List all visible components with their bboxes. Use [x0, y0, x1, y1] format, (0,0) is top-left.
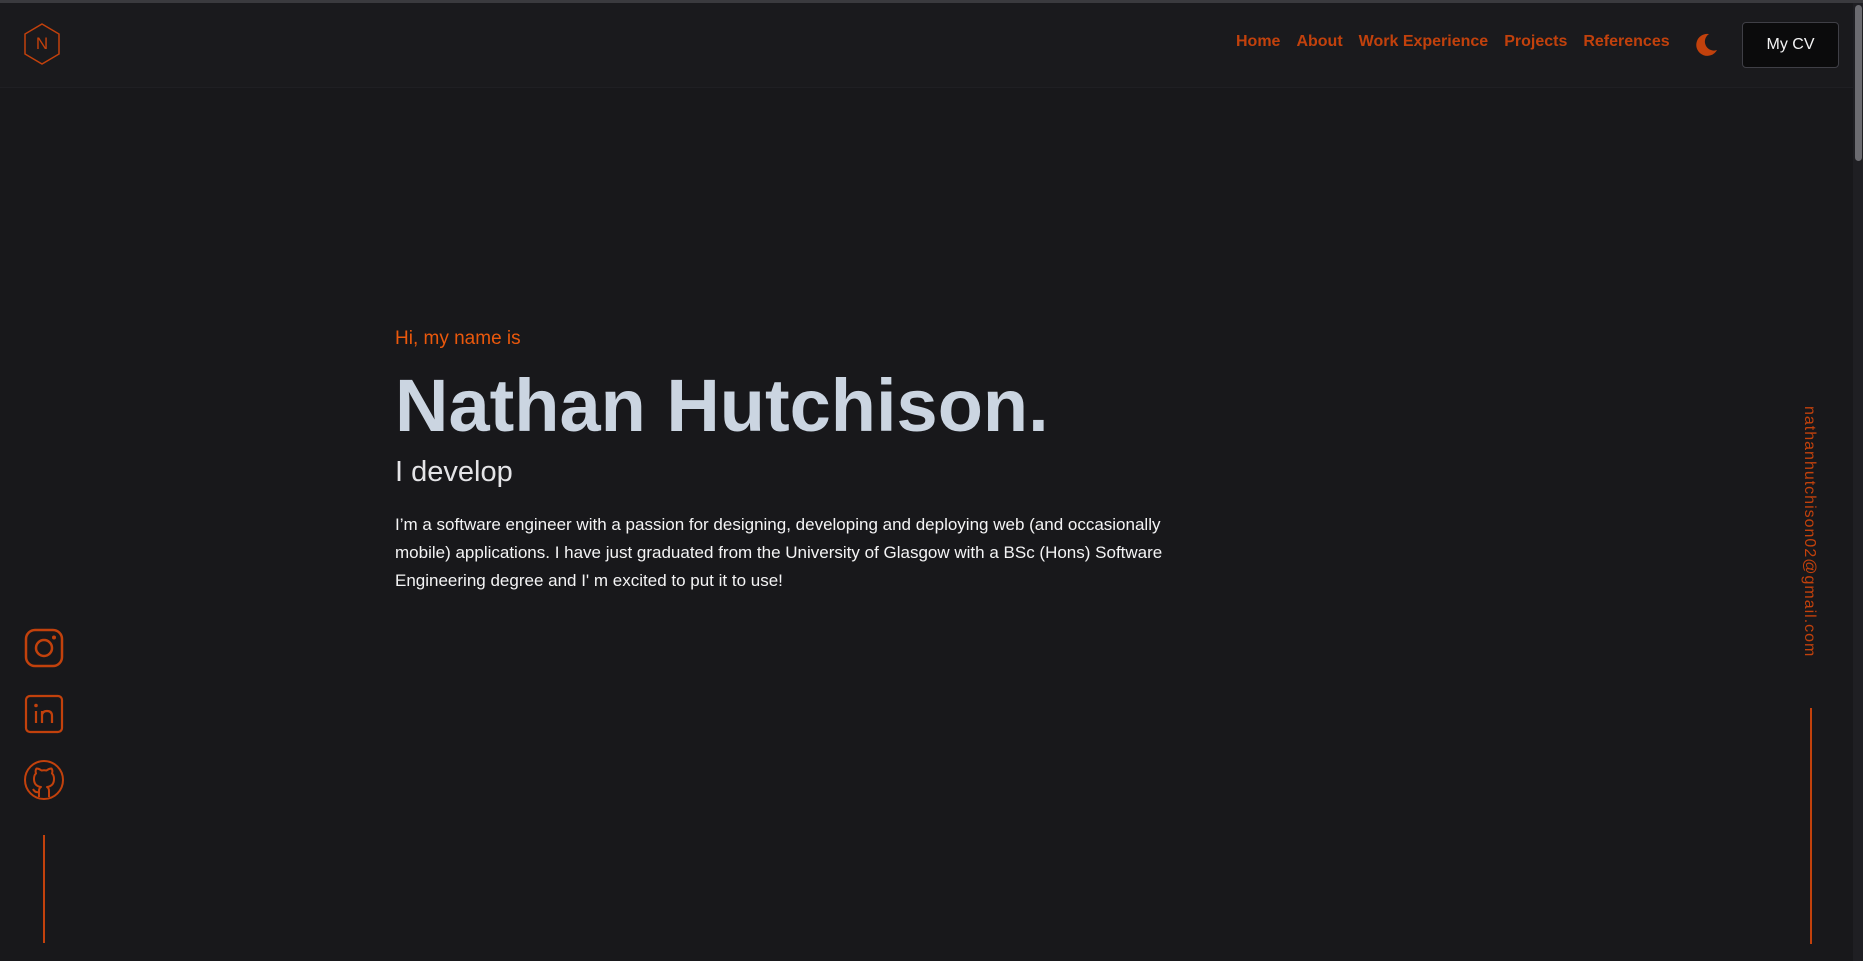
hero-name-heading: Nathan Hutchison. — [395, 364, 1049, 447]
linkedin-link[interactable] — [23, 693, 65, 735]
page: N Home About Work Experience Projects Re… — [0, 0, 1863, 961]
nav-link-about[interactable]: About — [1296, 33, 1342, 51]
logo-letter: N — [35, 34, 49, 53]
navbar: N Home About Work Experience Projects Re… — [0, 3, 1853, 87]
linkedin-icon — [24, 694, 64, 734]
moon-icon — [1696, 33, 1717, 56]
hero-bio: I’m a software engineer with a passion f… — [395, 515, 1163, 590]
theme-toggle-button[interactable] — [1692, 31, 1720, 59]
hero-tagline: I develop — [395, 456, 513, 488]
scrollbar-thumb[interactable] — [1855, 5, 1862, 161]
nav-link-home[interactable]: Home — [1236, 33, 1280, 51]
nav-link-references[interactable]: References — [1583, 33, 1669, 51]
nav-link-work-experience[interactable]: Work Experience — [1359, 33, 1489, 51]
nav-link-projects[interactable]: Projects — [1504, 33, 1567, 51]
left-vertical-line — [43, 835, 45, 943]
right-vertical-line — [1810, 708, 1812, 944]
logo[interactable]: N — [22, 22, 62, 66]
social-links — [23, 627, 65, 801]
github-link[interactable] — [23, 759, 65, 801]
github-icon — [24, 760, 64, 800]
instagram-icon — [24, 628, 64, 668]
email-link[interactable]: nathanhutchison02@gmail.com — [1800, 406, 1818, 657]
my-cv-button[interactable]: My CV — [1742, 22, 1839, 68]
instagram-link[interactable] — [23, 627, 65, 669]
greeting-text: Hi, my name is — [395, 328, 521, 349]
nav-links: Home About Work Experience Projects Refe… — [1236, 33, 1686, 51]
